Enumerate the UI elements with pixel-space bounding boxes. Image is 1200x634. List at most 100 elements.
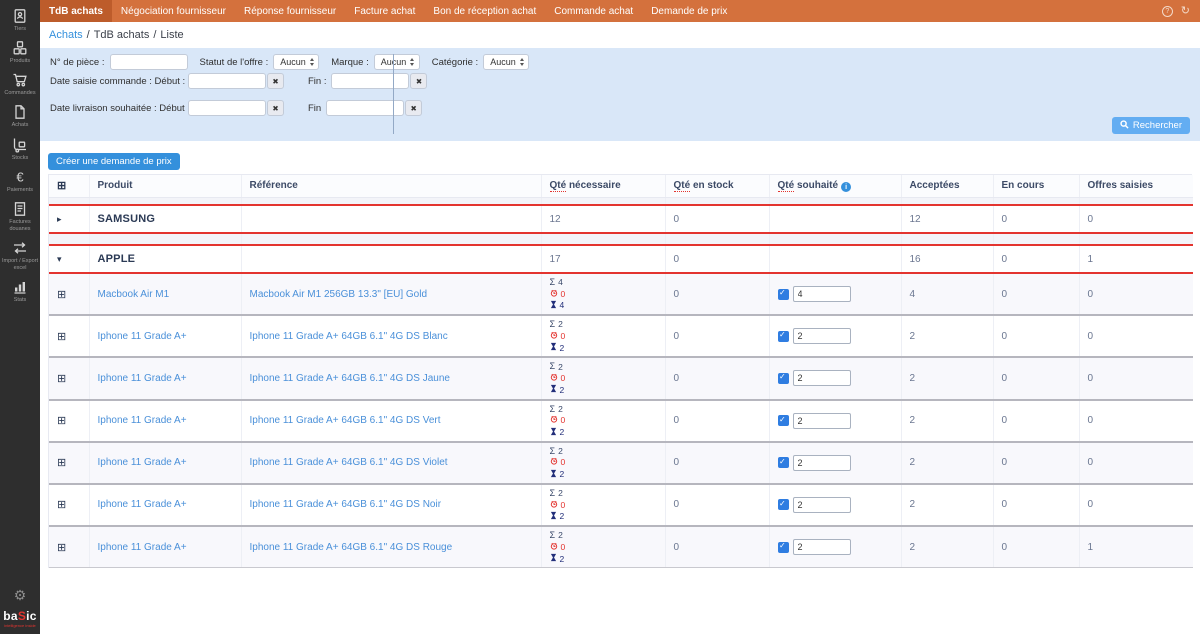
sidebar-item-tiers[interactable]: Tiers xyxy=(0,4,40,36)
product-link[interactable]: Macbook Air M1 xyxy=(98,289,170,300)
souhaite-input[interactable] xyxy=(793,286,851,302)
hourglass-icon xyxy=(550,469,557,480)
brand-select[interactable]: Aucun xyxy=(374,54,420,70)
caret-down-icon[interactable]: ▾ xyxy=(57,254,62,264)
nav-tab-commande-achat[interactable]: Commande achat xyxy=(545,0,642,22)
stats-bars-icon xyxy=(12,279,28,295)
sidebar-item-produits[interactable]: Produits xyxy=(0,36,40,68)
souhaite-input[interactable] xyxy=(793,413,851,429)
nav-tab-demande-de-prix[interactable]: Demande de prix xyxy=(642,0,736,22)
expand-row-icon[interactable]: ⊞ xyxy=(57,415,66,427)
nav-tab-bon-reception-achat[interactable]: Bon de réception achat xyxy=(424,0,545,22)
search-button[interactable]: Rechercher xyxy=(1112,117,1190,134)
piece-number-input[interactable] xyxy=(110,54,188,70)
reference-link[interactable]: Iphone 11 Grade A+ 64GB 6.1" 4G DS Vert xyxy=(250,415,441,426)
clear-icon[interactable]: ✖ xyxy=(410,73,427,89)
breadcrumb-link-achats[interactable]: Achats xyxy=(49,29,83,41)
souhaite-input[interactable] xyxy=(793,455,851,471)
souhaite-input[interactable] xyxy=(793,497,851,513)
delivery-end-label: Fin xyxy=(308,103,321,114)
order-entry-end-input[interactable] xyxy=(331,73,409,89)
cell-offres-saisies: 0 xyxy=(1079,400,1193,442)
sum-sigma-icon: Σ xyxy=(550,530,556,541)
sidebar-item-factures-douanes[interactable]: Factures douanes xyxy=(0,197,40,236)
expand-row-icon[interactable]: ⊞ xyxy=(57,499,66,511)
souhaite-checkbox[interactable] xyxy=(778,289,789,300)
souhaite-checkbox[interactable] xyxy=(778,331,789,342)
group-row-samsung: ▸ SAMSUNG 12 0 12 0 0 xyxy=(49,205,1193,233)
reference-link[interactable]: Iphone 11 Grade A+ 64GB 6.1" 4G DS Blanc xyxy=(250,331,448,342)
product-link[interactable]: Iphone 11 Grade A+ xyxy=(98,499,187,510)
content-area: Créer une demande de prix ⊞ Produit Réfé… xyxy=(40,141,1200,568)
delivery-start-input[interactable] xyxy=(188,100,266,116)
search-icon xyxy=(1120,120,1129,132)
products-cubes-icon xyxy=(12,40,28,56)
souhaite-checkbox[interactable] xyxy=(778,373,789,384)
souhaite-input[interactable] xyxy=(793,328,851,344)
reference-link[interactable]: Macbook Air M1 256GB 13.3" [EU] Gold xyxy=(250,289,428,300)
contact-book-icon xyxy=(12,8,28,24)
col-header-qte-souhaite: Qté souhaitéi xyxy=(769,175,901,197)
reference-link[interactable]: Iphone 11 Grade A+ 64GB 6.1" 4G DS Rouge xyxy=(250,542,453,553)
hourglass-icon xyxy=(550,300,557,311)
create-price-request-button[interactable]: Créer une demande de prix xyxy=(48,153,180,170)
expand-row-icon[interactable]: ⊞ xyxy=(57,542,66,554)
cell-en-cours: 0 xyxy=(993,357,1079,399)
main-area: Achats / TdB achats / Liste N° de pièce … xyxy=(40,22,1200,634)
sidebar-item-label: Stats xyxy=(14,297,27,304)
caret-right-icon[interactable]: ▸ xyxy=(57,214,62,224)
cell-qte-en-stock: 0 xyxy=(665,442,769,484)
expand-all-icon[interactable]: ⊞ xyxy=(57,180,66,192)
alarm-clock-icon xyxy=(550,415,558,425)
souhaite-input[interactable] xyxy=(793,539,851,555)
expand-row-icon[interactable]: ⊞ xyxy=(57,331,66,343)
souhaite-checkbox[interactable] xyxy=(778,415,789,426)
product-link[interactable]: Iphone 11 Grade A+ xyxy=(98,331,187,342)
cell-offres-saisies: 0 xyxy=(1079,357,1193,399)
cell-offres-saisies: 0 xyxy=(1079,484,1193,526)
refresh-icon[interactable]: ↻ xyxy=(1181,6,1190,17)
category-select[interactable]: Aucun xyxy=(483,54,529,70)
clear-icon[interactable]: ✖ xyxy=(405,100,422,116)
dropdown-arrow-icon xyxy=(520,58,524,66)
sidebar-item-achats[interactable]: Achats xyxy=(0,100,40,132)
sidebar-item-commandes[interactable]: Commandes xyxy=(0,68,40,100)
souhaite-input[interactable] xyxy=(793,370,851,386)
product-link[interactable]: Iphone 11 Grade A+ xyxy=(98,457,187,468)
nav-tab-negociation-fournisseur[interactable]: Négociation fournisseur xyxy=(112,0,235,22)
nav-tab-facture-achat[interactable]: Facture achat xyxy=(345,0,424,22)
info-icon[interactable]: i xyxy=(841,182,851,192)
product-link[interactable]: Iphone 11 Grade A+ xyxy=(98,542,187,553)
souhaite-checkbox[interactable] xyxy=(778,542,789,553)
offer-status-select[interactable]: Aucun xyxy=(273,54,319,70)
product-link[interactable]: Iphone 11 Grade A+ xyxy=(98,373,187,384)
sidebar-item-label: Import / Export excel xyxy=(1,258,39,272)
expand-row-icon[interactable]: ⊞ xyxy=(57,373,66,385)
sidebar-item-paiements[interactable]: € Paiements xyxy=(0,165,40,197)
order-entry-start-input[interactable] xyxy=(188,73,266,89)
souhaite-checkbox[interactable] xyxy=(778,457,789,468)
clear-icon[interactable]: ✖ xyxy=(267,100,284,116)
sidebar-item-stocks[interactable]: Stocks xyxy=(0,133,40,165)
topbar-right-actions: ? ↻ xyxy=(1162,0,1200,22)
col-header-produit: Produit xyxy=(89,175,241,197)
sidebar: Tiers Produits Commandes Achats Stocks €… xyxy=(0,0,40,634)
sum-sigma-icon: Σ xyxy=(550,361,556,372)
reference-link[interactable]: Iphone 11 Grade A+ 64GB 6.1" 4G DS Jaune xyxy=(250,373,450,384)
expand-row-icon[interactable]: ⊞ xyxy=(57,457,66,469)
product-link[interactable]: Iphone 11 Grade A+ xyxy=(98,415,187,426)
settings-gear-icon[interactable]: ⚙ xyxy=(14,588,27,602)
reference-link[interactable]: Iphone 11 Grade A+ 64GB 6.1" 4G DS Viole… xyxy=(250,457,448,468)
sidebar-item-label: Commandes xyxy=(4,90,35,97)
reference-link[interactable]: Iphone 11 Grade A+ 64GB 6.1" 4G DS Noir xyxy=(250,499,442,510)
souhaite-checkbox[interactable] xyxy=(778,499,789,510)
help-icon[interactable]: ? xyxy=(1162,6,1173,17)
expand-row-icon[interactable]: ⊞ xyxy=(57,289,66,301)
nav-tab-tdb-achats[interactable]: TdB achats xyxy=(40,0,112,22)
sidebar-item-import-export[interactable]: Import / Export excel xyxy=(0,236,40,275)
nav-tab-reponse-fournisseur[interactable]: Réponse fournisseur xyxy=(235,0,345,22)
hourglass-icon xyxy=(550,553,557,564)
clear-icon[interactable]: ✖ xyxy=(267,73,284,89)
sidebar-item-stats[interactable]: Stats xyxy=(0,275,40,307)
cell-en-cours: 0 xyxy=(993,484,1079,526)
